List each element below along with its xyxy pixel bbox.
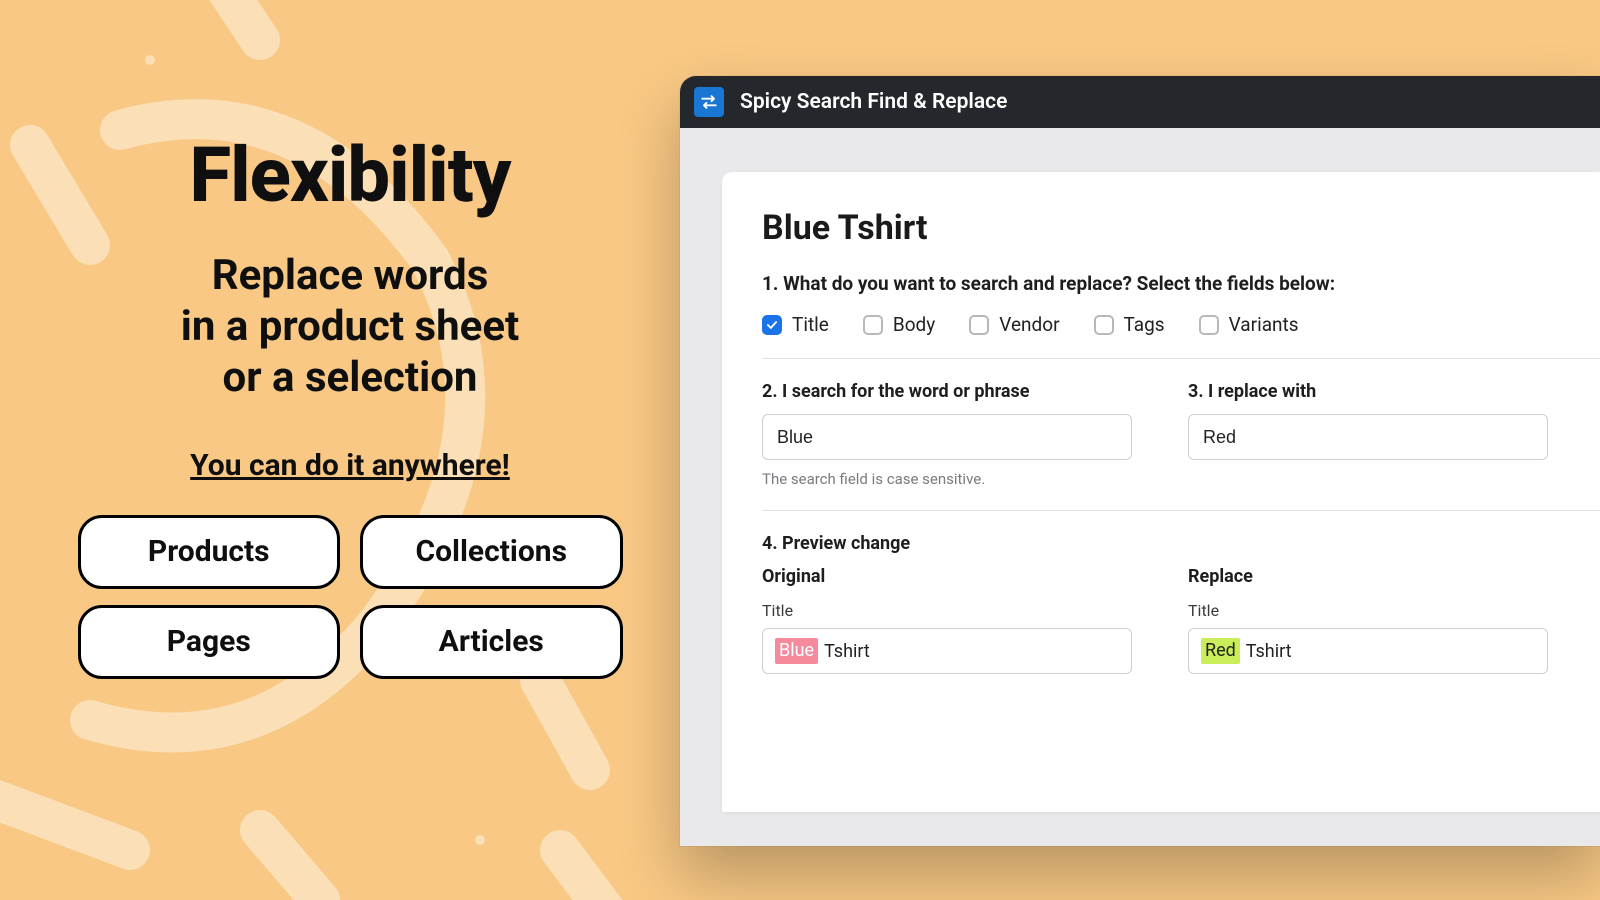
preview-field-name: Title (762, 601, 1132, 620)
checkbox-box (863, 315, 883, 335)
swap-icon (694, 87, 724, 117)
divider (762, 358, 1600, 359)
divider (762, 510, 1600, 511)
step1-label: 1. What do you want to search and replac… (762, 272, 1600, 295)
highlight-original: Blue (775, 638, 818, 664)
checkbox-tags[interactable]: Tags (1094, 313, 1165, 336)
preview-replace-rest: Tshirt (1246, 641, 1292, 662)
checkbox-label: Title (792, 313, 829, 336)
app-body: Blue Tshirt 1. What do you want to searc… (680, 128, 1600, 812)
checkbox-vendor[interactable]: Vendor (969, 313, 1059, 336)
search-input[interactable] (762, 414, 1132, 460)
replace-input[interactable] (1188, 414, 1548, 460)
checkbox-body[interactable]: Body (863, 313, 935, 336)
pill-products: Products (78, 515, 341, 589)
preview-original-rest: Tshirt (824, 641, 870, 662)
checkbox-box (762, 315, 782, 335)
preview-original-header: Original (762, 566, 1132, 587)
pill-collections: Collections (360, 515, 623, 589)
app-window: Spicy Search Find & Replace Blue Tshirt … (680, 76, 1600, 846)
highlight-replace: Red (1201, 638, 1240, 664)
field-checkbox-row: Title Body Vendor Tags Variants (762, 313, 1600, 336)
checkbox-box (1094, 315, 1114, 335)
preview-original-box: Blue Tshirt (762, 628, 1132, 674)
promo-pill-grid: Products Collections Pages Articles (78, 515, 623, 679)
product-title: Blue Tshirt (762, 208, 1600, 248)
checkbox-box (969, 315, 989, 335)
step3-label: 3. I replace with (1188, 381, 1548, 402)
promo-panel: Flexibility Replace words in a product s… (70, 130, 630, 679)
product-card: Blue Tshirt 1. What do you want to searc… (722, 172, 1600, 812)
preview-replace-header: Replace (1188, 566, 1548, 587)
preview-replace-box: Red Tshirt (1188, 628, 1548, 674)
pill-articles: Articles (360, 605, 623, 679)
checkbox-variants[interactable]: Variants (1199, 313, 1299, 336)
promo-heading: Flexibility (70, 130, 630, 220)
preview-field-name: Title (1188, 601, 1548, 620)
promo-subheading: Replace words in a product sheet or a se… (70, 250, 630, 404)
checkbox-label: Tags (1124, 313, 1165, 336)
step2-label: 2. I search for the word or phrase (762, 381, 1132, 402)
step4-label: 4. Preview change (762, 533, 1600, 554)
app-title: Spicy Search Find & Replace (740, 90, 1007, 114)
search-hint: The search field is case sensitive. (762, 470, 1132, 488)
checkbox-label: Body (893, 313, 935, 336)
promo-tagline: You can do it anywhere! (70, 448, 630, 483)
checkbox-label: Variants (1229, 313, 1299, 336)
checkbox-title[interactable]: Title (762, 313, 829, 336)
checkbox-box (1199, 315, 1219, 335)
app-titlebar: Spicy Search Find & Replace (680, 76, 1600, 128)
pill-pages: Pages (78, 605, 341, 679)
checkbox-label: Vendor (999, 313, 1059, 336)
